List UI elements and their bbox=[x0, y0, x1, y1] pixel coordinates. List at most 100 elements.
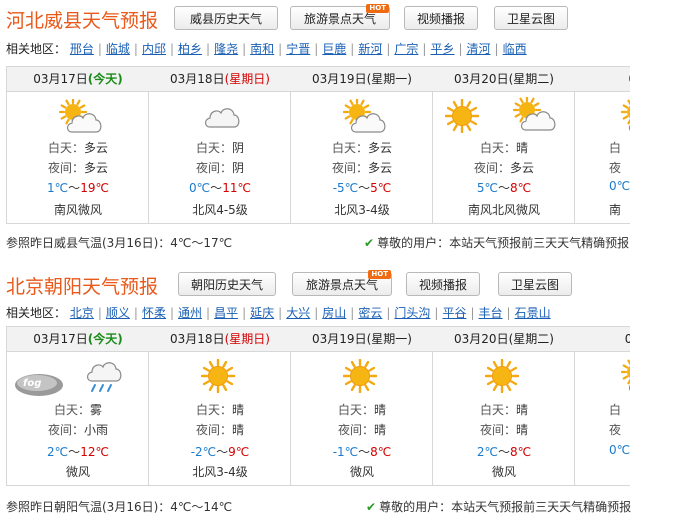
partly-cloudy-icon bbox=[513, 97, 557, 133]
weather-icons bbox=[291, 355, 433, 397]
scenic-weather-button[interactable]: 旅游景点天气 HOT bbox=[292, 270, 392, 296]
region-link[interactable]: 密云 bbox=[358, 306, 382, 320]
satellite-cloud-button[interactable]: 卫星云图 bbox=[494, 6, 568, 30]
region-link[interactable]: 延庆 bbox=[250, 306, 274, 320]
video-broadcast-button[interactable]: 视频播报 bbox=[404, 6, 478, 30]
night-label: 夜间： bbox=[195, 423, 232, 437]
temperature-row: 0℃～11℃ bbox=[149, 179, 291, 196]
region-link[interactable]: 平乡 bbox=[430, 42, 454, 56]
satellite-cloud-button[interactable]: 卫星云图 bbox=[498, 272, 572, 296]
region-separator: | bbox=[133, 42, 138, 56]
day-label: 白天： bbox=[53, 403, 90, 417]
sun-icon bbox=[343, 359, 377, 393]
video-broadcast-button[interactable]: 视频播报 bbox=[406, 272, 480, 296]
region-link[interactable]: 门头沟 bbox=[394, 306, 430, 320]
scenic-weather-button[interactable]: 旅游景点天气 HOT bbox=[290, 4, 390, 30]
day-weather: 雾 bbox=[90, 403, 103, 417]
high-temperature: 8℃ bbox=[510, 181, 532, 195]
related-regions: 相关地区： 北京 | 顺义 | 怀柔 | 通州 | 昌平 | 延庆 | 大兴 | 房山 | 密云 | 门头沟 | 平谷 |… bbox=[6, 302, 630, 324]
day-weather-row: 白天：多云 bbox=[291, 139, 433, 156]
history-weather-label: 朝阳历史天气 bbox=[190, 278, 263, 292]
day-label: 白 bbox=[609, 403, 622, 417]
region-link[interactable]: 巨鹿 bbox=[322, 42, 346, 56]
region-link[interactable]: 隆尧 bbox=[214, 42, 238, 56]
video-broadcast-label: 视频播报 bbox=[418, 278, 467, 292]
scenic-weather-label: 旅游景点天气 bbox=[305, 278, 378, 292]
day-header: 03月17日(今天) bbox=[7, 67, 149, 92]
day-weather: 多云 bbox=[84, 141, 109, 155]
day-weather-row: 白 bbox=[609, 139, 630, 156]
partly-cloudy-icon bbox=[59, 99, 103, 135]
day-date: 03月20日 bbox=[454, 72, 509, 86]
region-link[interactable]: 南和 bbox=[250, 42, 274, 56]
day-weather-row: 白天：晴 bbox=[433, 401, 575, 418]
region-separator: | bbox=[494, 42, 499, 56]
sun-icon bbox=[201, 359, 235, 393]
region-link[interactable]: 内邱 bbox=[142, 42, 166, 56]
region-link[interactable]: 邢台 bbox=[70, 42, 94, 56]
region-link[interactable]: 石景山 bbox=[515, 306, 551, 320]
region-link[interactable]: 北京 bbox=[70, 306, 94, 320]
weather-icons bbox=[575, 355, 630, 397]
wind-row: 南风微风 bbox=[53, 203, 102, 217]
region-link[interactable]: 大兴 bbox=[286, 306, 310, 320]
day-weather-row: 白天：晴 bbox=[433, 139, 575, 156]
forecast-day-3: 03月19日(星期一) 白天：晴 夜间：晴 -1℃～8℃ 微风 bbox=[291, 327, 433, 485]
region-separator: | bbox=[314, 42, 319, 56]
region-link[interactable]: 临城 bbox=[106, 42, 130, 56]
night-weather-row: 夜间：晴 bbox=[149, 421, 291, 438]
night-label: 夜间： bbox=[47, 423, 84, 437]
day-weather: 晴 bbox=[516, 141, 529, 155]
high-temperature: 19℃ bbox=[80, 181, 109, 195]
forecast-grid: 03月17日(今天) 白天：多云 夜间：多云 1℃～19℃ 南风微风 03月18… bbox=[6, 66, 630, 224]
history-weather-button[interactable]: 威县历史天气 bbox=[174, 6, 278, 30]
partly-cloudy-icon bbox=[621, 99, 630, 135]
scenic-weather-label: 旅游景点天气 bbox=[303, 12, 376, 26]
night-label: 夜 bbox=[609, 423, 622, 437]
region-separator: | bbox=[506, 306, 511, 320]
forecast-day-1: 03月17日(今天) 白天：多云 夜间：多云 1℃～19℃ 南风微风 bbox=[7, 67, 149, 223]
region-link[interactable]: 通州 bbox=[178, 306, 202, 320]
region-separator: | bbox=[350, 306, 355, 320]
night-label: 夜间： bbox=[337, 423, 374, 437]
page-title: 河北威县天气预报 bbox=[6, 10, 159, 32]
partly-cloudy-icon bbox=[343, 99, 387, 135]
weather-icons bbox=[433, 355, 575, 397]
wind-row: 微风 bbox=[491, 465, 516, 479]
region-link[interactable]: 新河 bbox=[358, 42, 382, 56]
wind-row: 南风北风微风 bbox=[467, 203, 540, 217]
day-weekday: (星期二) bbox=[508, 72, 554, 86]
region-link[interactable]: 清河 bbox=[467, 42, 491, 56]
day-weekday: (星期一) bbox=[366, 72, 412, 86]
forecast-day-4: 03月20日(星期二) 白天：晴 夜间：多云 5℃～8℃ 南风北风微风 bbox=[433, 67, 575, 223]
night-label: 夜 bbox=[609, 161, 622, 175]
weather-block-chaoyang: 北京朝阳天气预报 朝阳历史天气 旅游景点天气 HOT 视频播报 卫星云图 相关地区… bbox=[0, 266, 678, 522]
region-link[interactable]: 临西 bbox=[503, 42, 527, 56]
temperature-row: -1℃～8℃ bbox=[291, 443, 433, 460]
region-link[interactable]: 丰台 bbox=[479, 306, 503, 320]
sun-icon bbox=[445, 99, 479, 133]
partly-cloudy-icon bbox=[621, 359, 630, 395]
temperature-separator: ～ bbox=[216, 445, 229, 459]
temperature-row: -5℃～5℃ bbox=[291, 179, 433, 196]
region-link[interactable]: 平谷 bbox=[442, 306, 466, 320]
region-link[interactable]: 广宗 bbox=[394, 42, 418, 56]
region-link[interactable]: 宁晋 bbox=[286, 42, 310, 56]
day-header: 03月20日(星期二) bbox=[433, 67, 575, 92]
history-weather-button[interactable]: 朝阳历史天气 bbox=[178, 272, 276, 296]
night-label: 夜间： bbox=[331, 161, 368, 175]
high-temperature: 9℃ bbox=[228, 445, 250, 459]
region-link[interactable]: 顺义 bbox=[106, 306, 130, 320]
night-weather: 小雨 bbox=[84, 423, 109, 437]
region-separator: | bbox=[169, 42, 175, 56]
region-link[interactable]: 怀柔 bbox=[142, 306, 166, 320]
accuracy-note-text: 尊敬的用户：本站天气预报前三天天气精确预报 bbox=[379, 500, 632, 514]
region-link[interactable]: 昌平 bbox=[214, 306, 238, 320]
region-link[interactable]: 房山 bbox=[322, 306, 346, 320]
weather-block-weixian: 河北威县天气预报 威县历史天气 旅游景点天气 HOT 视频播报 卫星云图 相关地区… bbox=[0, 0, 678, 262]
day-weather-row: 白 bbox=[609, 401, 630, 418]
region-link[interactable]: 柏乡 bbox=[178, 42, 202, 56]
day-weather: 晴 bbox=[232, 403, 245, 417]
night-weather: 晴 bbox=[374, 423, 387, 437]
region-separator: | bbox=[242, 42, 247, 56]
